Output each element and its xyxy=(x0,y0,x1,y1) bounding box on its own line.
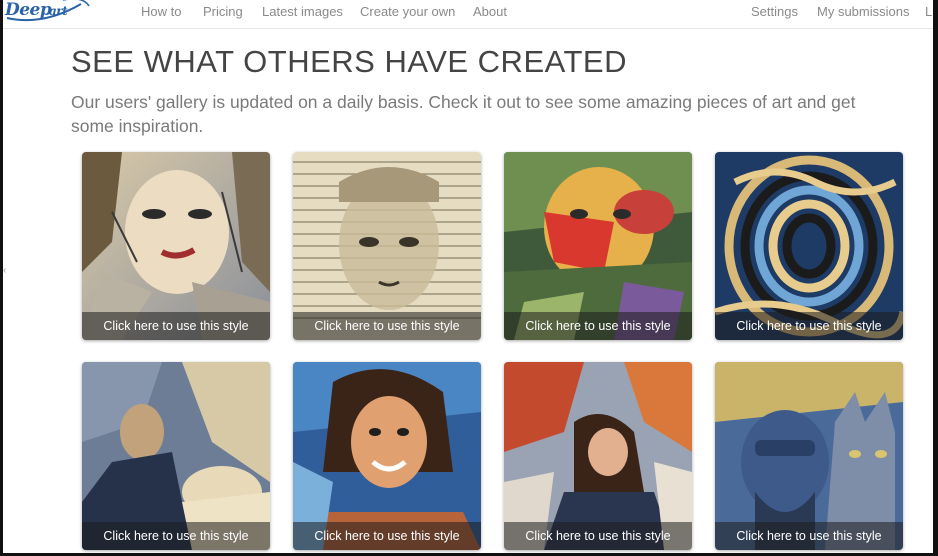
use-style-overlay[interactable]: Click here to use this style xyxy=(82,312,270,340)
nav-my-submissions[interactable]: My submissions xyxy=(817,4,909,19)
use-style-overlay[interactable]: Click here to use this style xyxy=(715,312,903,340)
gallery-item[interactable]: Click here to use this style xyxy=(82,362,270,550)
gallery-item[interactable]: Click here to use this style xyxy=(715,152,903,340)
svg-text:Deep: Deep xyxy=(4,0,52,20)
gallery-item[interactable]: Click here to use this style xyxy=(715,362,903,550)
nav-create-your-own[interactable]: Create your own xyxy=(360,4,455,19)
nav-how-to[interactable]: How to xyxy=(141,4,181,19)
nav-latest-images[interactable]: Latest images xyxy=(262,4,343,19)
page-title: SEE WHAT OTHERS HAVE CREATED xyxy=(71,44,628,79)
gallery-item[interactable]: Click here to use this style xyxy=(293,152,481,340)
nav-settings[interactable]: Settings xyxy=(751,4,798,19)
gallery-item[interactable]: Click here to use this style xyxy=(293,362,481,550)
use-style-overlay[interactable]: Click here to use this style xyxy=(293,312,481,340)
gallery-item[interactable]: Click here to use this style xyxy=(82,152,270,340)
gallery-item[interactable]: Click here to use this style xyxy=(504,362,692,550)
nav-login-truncated[interactable]: L xyxy=(925,4,932,19)
use-style-overlay[interactable]: Click here to use this style xyxy=(293,522,481,550)
use-style-overlay[interactable]: Click here to use this style xyxy=(715,522,903,550)
nav-about[interactable]: About xyxy=(473,4,507,19)
site-logo[interactable]: Deep art xyxy=(3,0,93,24)
use-style-overlay[interactable]: Click here to use this style xyxy=(82,522,270,550)
page-subtitle: Our users' gallery is updated on a daily… xyxy=(71,92,856,136)
logo-mark-icon: Deep art xyxy=(4,0,90,22)
gallery-item[interactable]: Click here to use this style xyxy=(504,152,692,340)
use-style-overlay[interactable]: Click here to use this style xyxy=(504,312,692,340)
top-navigation-bar: Deep art How to Pricing Latest images Cr… xyxy=(3,0,933,29)
nav-pricing[interactable]: Pricing xyxy=(203,4,243,19)
use-style-overlay[interactable]: Click here to use this style xyxy=(504,522,692,550)
browser-viewport: Deep art How to Pricing Latest images Cr… xyxy=(3,0,933,553)
left-scroll-hint-icon: ‹ xyxy=(3,265,7,276)
